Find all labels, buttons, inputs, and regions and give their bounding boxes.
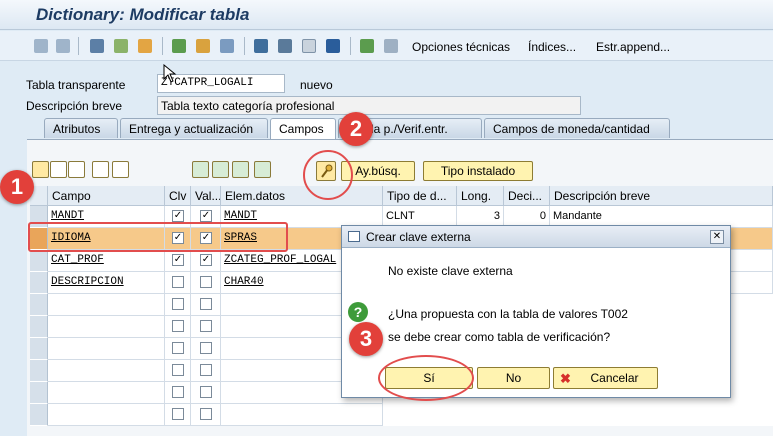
initial-values-checkbox[interactable] <box>200 276 212 288</box>
highlight-ellipse-yes <box>378 355 474 401</box>
move-up-icon[interactable] <box>254 161 271 178</box>
short-description-field[interactable]: Tabla texto categoría profesional <box>157 96 581 115</box>
table-type-label: Tabla transparente <box>26 78 126 92</box>
field-name-cell[interactable]: DESCRIPCION <box>48 272 165 294</box>
info-icon[interactable] <box>326 39 340 53</box>
short-description-label: Descripción breve <box>26 99 123 113</box>
initial-values-checkbox[interactable]: ✓ <box>200 254 212 266</box>
toolbar-separator <box>244 37 245 55</box>
grid-icon[interactable] <box>384 39 398 53</box>
dialog-question-line1: ¿Una propuesta con la tabla de valores T… <box>388 307 628 321</box>
builtin-type-button[interactable]: Tipo instalado <box>423 161 533 181</box>
menu-technical-options[interactable]: Opciones técnicas <box>412 40 510 54</box>
copy-icon[interactable] <box>50 161 67 178</box>
highlight-circle-key <box>303 150 353 200</box>
row-selector[interactable] <box>30 250 48 272</box>
column-header-data-element[interactable]: Elem.datos <box>221 186 383 206</box>
menu-append-structures[interactable]: Estr.append... <box>596 40 670 54</box>
display-icon[interactable] <box>302 39 316 53</box>
window-title: Dictionary: Modificar tabla <box>36 5 250 24</box>
delete-row-icon[interactable] <box>112 161 129 178</box>
callout-2: 2 <box>339 112 373 146</box>
initial-values-checkbox[interactable] <box>200 364 212 376</box>
row-selector[interactable] <box>30 316 48 338</box>
collapse-icon[interactable] <box>232 161 249 178</box>
hierarchy-icon[interactable] <box>254 39 268 53</box>
column-header-decimals[interactable]: Deci... <box>504 186 550 206</box>
mouse-cursor-icon <box>163 64 177 83</box>
expand-icon[interactable] <box>212 161 229 178</box>
tab-currency-quantity[interactable]: Campos de moneda/cantidad <box>484 118 670 138</box>
empty-row[interactable] <box>30 404 773 426</box>
menu-indexes[interactable]: Índices... <box>528 40 576 54</box>
initial-values-checkbox[interactable] <box>200 320 212 332</box>
title-bar: Dictionary: Modificar tabla <box>0 0 773 30</box>
question-icon: ? <box>348 302 368 322</box>
check-icon[interactable] <box>114 39 128 53</box>
move-down-icon[interactable] <box>192 161 209 178</box>
key-checkbox[interactable] <box>172 320 184 332</box>
key-checkbox[interactable]: ✓ <box>172 254 184 266</box>
column-header-data-type[interactable]: Tipo de d... <box>383 186 457 206</box>
column-header-description[interactable]: Descripción breve <box>550 186 773 206</box>
key-checkbox[interactable] <box>172 342 184 354</box>
activate-icon[interactable] <box>138 39 152 53</box>
application-toolbar: Opciones técnicas Índices... Estr.append… <box>0 31 773 61</box>
initial-values-checkbox[interactable] <box>200 298 212 310</box>
toolbar-separator <box>162 37 163 55</box>
key-checkbox[interactable] <box>172 298 184 310</box>
tab-strip: Atributos Entrega y actualización Campos… <box>0 118 773 140</box>
tab-attributes[interactable]: Atributos <box>44 118 118 138</box>
edit-toggle-icon[interactable] <box>90 39 104 53</box>
no-button[interactable]: No <box>477 367 550 389</box>
key-checkbox[interactable] <box>172 276 184 288</box>
cancel-button-label: Cancelar <box>590 371 639 385</box>
row-selector[interactable] <box>30 382 48 404</box>
key-checkbox[interactable]: ✓ <box>172 210 184 222</box>
highlight-box-row <box>28 222 288 252</box>
table-status: nuevo <box>300 78 333 92</box>
initial-values-checkbox[interactable] <box>200 408 212 420</box>
initial-values-checkbox[interactable]: ✓ <box>200 210 212 222</box>
key-checkbox[interactable] <box>172 386 184 398</box>
layout-icon[interactable] <box>360 39 374 53</box>
row-selector[interactable] <box>30 360 48 382</box>
insert-row-icon[interactable] <box>92 161 109 178</box>
column-header-length[interactable]: Long. <box>457 186 504 206</box>
dialog-title: Crear clave externa <box>366 230 471 244</box>
dialog-question-line2: se debe crear como tabla de verificación… <box>388 330 611 344</box>
callout-3: 3 <box>349 322 383 356</box>
navigate-icon[interactable] <box>220 39 234 53</box>
field-name-cell[interactable]: CAT_PROF <box>48 250 165 272</box>
column-header-value[interactable]: Val... <box>191 186 221 206</box>
dialog-message: No existe clave externa <box>388 264 513 278</box>
key-checkbox[interactable] <box>172 408 184 420</box>
wand-icon[interactable] <box>196 39 210 53</box>
row-selector[interactable] <box>30 272 48 294</box>
list-icon[interactable] <box>278 39 292 53</box>
where-used-icon[interactable] <box>172 39 186 53</box>
row-selector[interactable] <box>30 294 48 316</box>
initial-values-checkbox[interactable] <box>200 342 212 354</box>
row-selector[interactable] <box>30 404 48 426</box>
toolbar-separator <box>78 37 79 55</box>
key-checkbox[interactable] <box>172 364 184 376</box>
dialog-title-bar: Crear clave externa ✕ <box>342 226 730 248</box>
dialog-window-icon <box>348 231 360 242</box>
tab-delivery[interactable]: Entrega y actualización <box>120 118 268 138</box>
paste-icon[interactable] <box>68 161 85 178</box>
initial-values-checkbox[interactable] <box>200 386 212 398</box>
cancel-icon: ✖ <box>560 371 571 386</box>
back-arrow-icon[interactable] <box>34 39 48 53</box>
column-header-key[interactable]: Clv <box>165 186 191 206</box>
close-icon[interactable]: ✕ <box>710 230 724 244</box>
cancel-button[interactable]: ✖ Cancelar <box>553 367 658 389</box>
callout-1: 1 <box>0 170 34 204</box>
column-header-field[interactable]: Campo <box>48 186 165 206</box>
cut-icon[interactable] <box>32 161 49 178</box>
forward-arrow-icon[interactable] <box>56 39 70 53</box>
tab-fields[interactable]: Campos <box>270 118 336 140</box>
toolbar-separator <box>350 37 351 55</box>
row-selector[interactable] <box>30 338 48 360</box>
